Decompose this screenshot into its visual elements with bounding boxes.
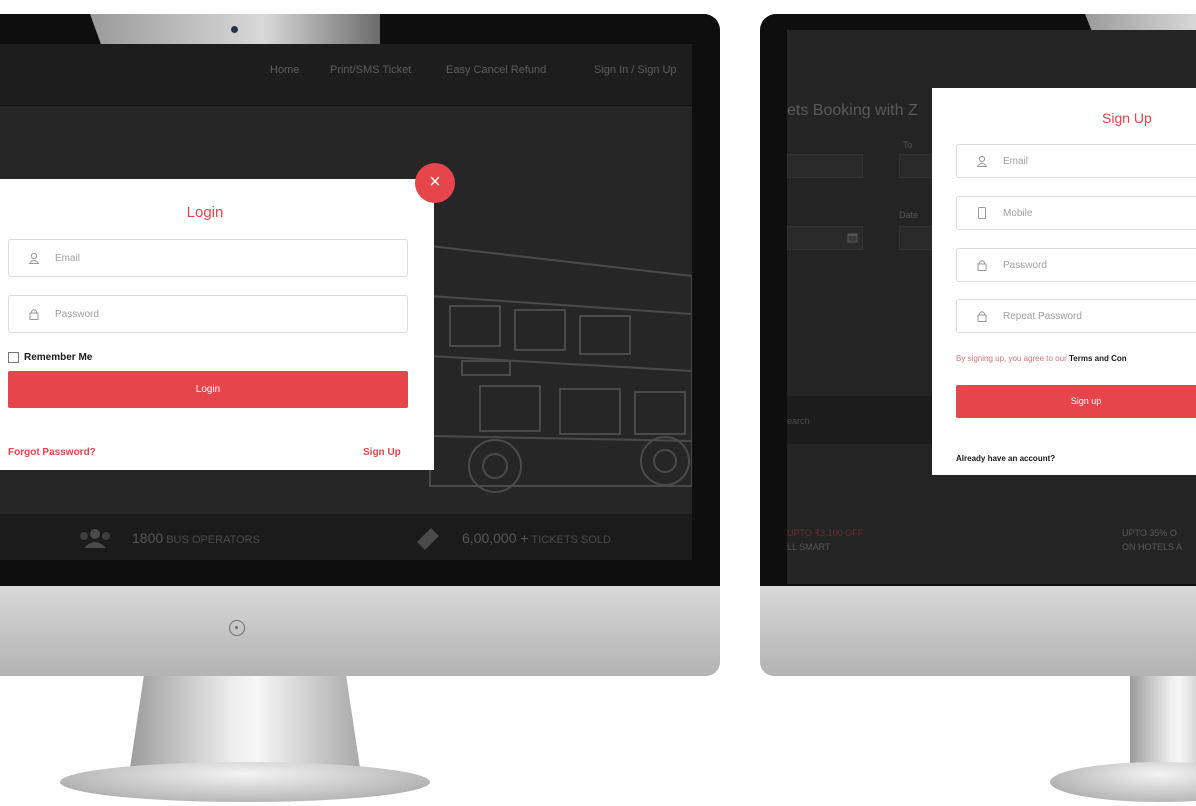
user-icon — [975, 154, 989, 168]
lock-icon — [27, 307, 41, 321]
nav-link-print-ticket[interactable]: Print/SMS Ticket — [330, 64, 411, 76]
signup-repeat-password-placeholder: Repeat Password — [1003, 310, 1082, 322]
stage: Home Print/SMS Ticket Easy Cancel Refund… — [0, 0, 1196, 806]
signup-email-field[interactable]: Email — [956, 144, 1196, 178]
nav-link-cancel-refund[interactable]: Easy Cancel Refund — [446, 64, 546, 76]
login-modal: Login Email Password Remember Me Login F… — [0, 179, 434, 470]
promo-offer-2-sub: ON HOTELS A — [1122, 542, 1183, 552]
already-have-account-link[interactable]: Already have an account? — [956, 454, 1055, 463]
terms-link[interactable]: Terms and Con — [1069, 354, 1127, 363]
ticket-icon — [417, 528, 439, 550]
remember-label: Remember Me — [24, 352, 93, 363]
signup-modal: Sign Up Email Mobile Password Repeat Pas… — [932, 88, 1196, 475]
search-label: earch — [787, 416, 810, 426]
search-button[interactable]: earch — [787, 396, 947, 444]
signup-mobile-field[interactable]: Mobile — [956, 196, 1196, 230]
users-icon — [80, 529, 110, 548]
lock-icon — [975, 258, 989, 272]
signup-repeat-password-field[interactable]: Repeat Password — [956, 299, 1196, 333]
signup-title: Sign Up — [1102, 110, 1152, 126]
stats-bar: 1800 BUS OPERATORS 6,00,000 + TICKETS SO… — [0, 514, 692, 560]
stat-operators-label: BUS OPERATORS — [166, 534, 260, 546]
close-icon[interactable]: × — [415, 163, 455, 203]
left-monitor-stand-neck — [130, 676, 360, 768]
login-password-field[interactable]: Password — [8, 295, 408, 333]
signup-link[interactable]: Sign Up — [363, 447, 401, 458]
user-icon — [27, 251, 41, 265]
bus-illustration — [429, 244, 692, 493]
calendar-icon[interactable] — [847, 232, 858, 243]
left-monitor-stand-foot — [60, 762, 430, 802]
power-icon — [229, 620, 245, 636]
booking-heading: ets Booking with Z — [787, 102, 918, 119]
remember-checkbox[interactable] — [8, 352, 19, 363]
stat-tickets-value: 6,00,000 + — [462, 530, 529, 546]
promo-offer-1: UPTO ₹3,100 OFF — [787, 528, 864, 538]
signup-email-placeholder: Email — [1003, 155, 1029, 167]
promo-offer-1-sub: LL SMART — [787, 542, 831, 552]
login-title: Login — [186, 204, 224, 221]
left-monitor-chin — [0, 586, 720, 676]
terms-text: By signing up, you agree to our Terms an… — [956, 354, 1127, 363]
from-input[interactable] — [787, 154, 863, 178]
terms-prefix: By signing up, you agree to our — [956, 354, 1067, 363]
right-monitor-stand-neck — [1130, 676, 1196, 768]
login-password-placeholder: Password — [55, 308, 99, 320]
forgot-password-link[interactable]: Forgot Password? — [8, 447, 96, 458]
promo-offer-2: UPTO 35% O — [1122, 528, 1177, 538]
stat-tickets-label: TICKETS SOLD — [531, 534, 611, 546]
right-monitor-stand-foot — [1050, 762, 1196, 802]
signup-mobile-placeholder: Mobile — [1003, 207, 1033, 219]
signup-submit-button[interactable]: Sign up — [956, 385, 1196, 418]
signup-password-field[interactable]: Password — [956, 248, 1196, 282]
right-monitor-chin — [760, 586, 1196, 676]
nav-link-signin-signup[interactable]: Sign In / Sign Up — [594, 64, 677, 76]
signup-password-placeholder: Password — [1003, 259, 1047, 271]
date-label: Date — [899, 210, 919, 220]
stat-operators: 1800 BUS OPERATORS — [132, 530, 260, 546]
to-label: To — [903, 140, 913, 150]
nav-link-home[interactable]: Home — [270, 64, 299, 76]
stat-operators-value: 1800 — [132, 530, 164, 546]
login-submit-button[interactable]: Login — [8, 371, 408, 408]
lock-icon — [975, 309, 989, 323]
login-email-field[interactable]: Email — [8, 239, 408, 277]
stat-tickets: 6,00,000 + TICKETS SOLD — [462, 530, 611, 546]
camera-dot — [231, 26, 238, 33]
mobile-icon — [975, 206, 989, 220]
site-navbar: Home Print/SMS Ticket Easy Cancel Refund… — [0, 44, 692, 106]
login-email-placeholder: Email — [55, 252, 81, 264]
